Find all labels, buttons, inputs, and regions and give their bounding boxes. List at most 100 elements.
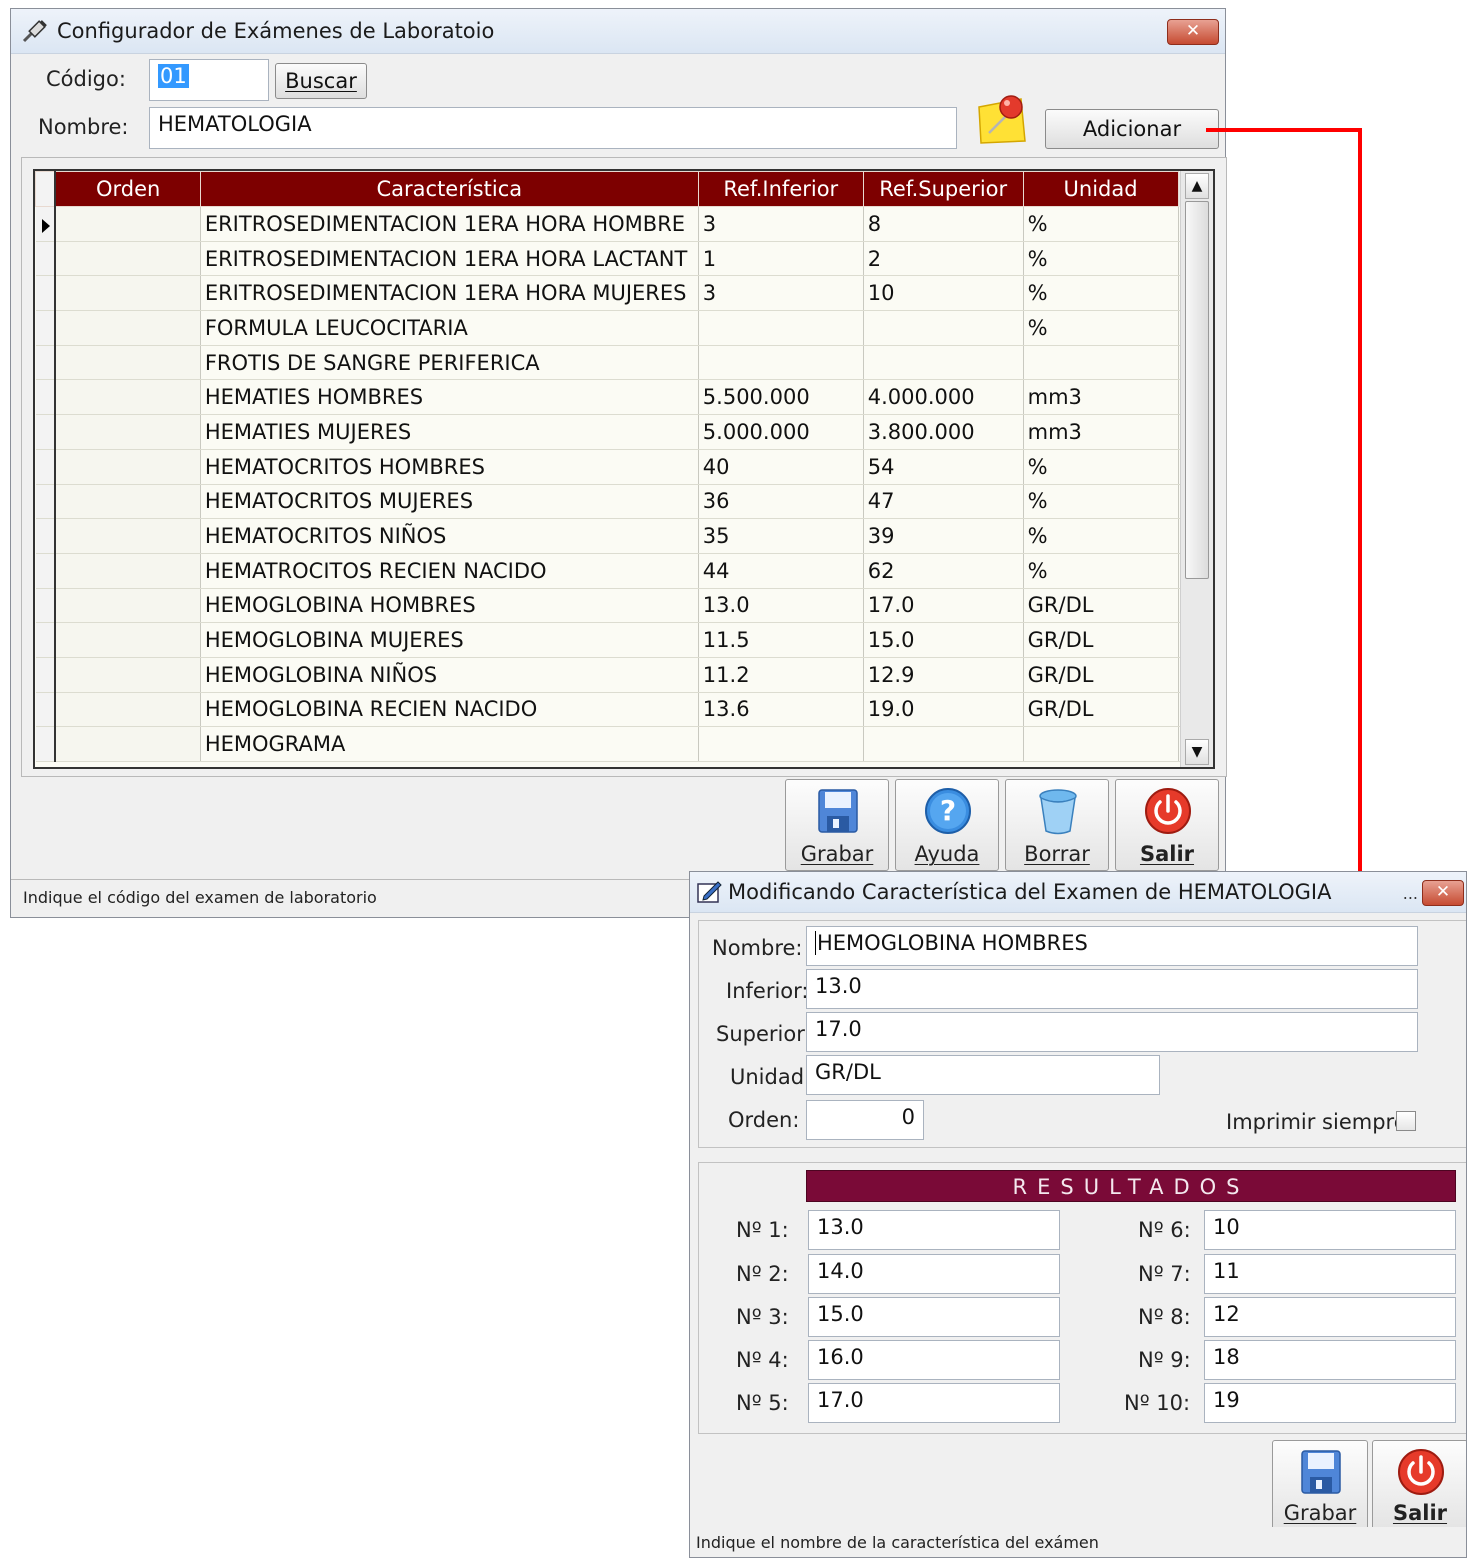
row-indicator[interactable] [35, 345, 57, 381]
column-header-caracteristica[interactable]: Característica [199, 171, 699, 207]
unidad-cell[interactable]: GR/DL [1023, 692, 1179, 728]
table-row[interactable]: HEMOGLOBINA HOMBRES 13.0 17.0 GR/DL [35, 588, 1213, 624]
unidad-cell[interactable]: % [1023, 484, 1179, 520]
table-row[interactable]: FORMULA LEUCOCITARIA% [35, 310, 1213, 346]
caracteristica-cell[interactable]: ERITROSEDIMENTACION 1ERA HORA HOMBRE [200, 206, 699, 242]
caracteristica-cell[interactable]: HEMOGRAMA [200, 726, 699, 762]
dialog-superior-input[interactable]: 17.0 [806, 1012, 1418, 1052]
row-indicator[interactable] [35, 379, 57, 416]
orden-cell[interactable] [55, 241, 201, 277]
unidad-cell[interactable]: GR/DL [1023, 657, 1179, 693]
close-button[interactable]: ✕ [1167, 19, 1219, 45]
ref-inferior-cell[interactable]: 13.0 [698, 588, 864, 624]
orden-cell[interactable] [55, 345, 201, 381]
column-header-unidad[interactable]: Unidad [1022, 171, 1179, 207]
ref-superior-cell[interactable]: 2 [863, 241, 1024, 277]
caracteristica-cell[interactable]: ERITROSEDIMENTACION 1ERA HORA MUJERES [200, 275, 699, 312]
salir-button[interactable]: Salir [1115, 779, 1219, 871]
unidad-cell[interactable]: % [1023, 206, 1179, 242]
caracteristica-cell[interactable]: FORMULA LEUCOCITARIA [200, 310, 699, 346]
orden-cell[interactable] [55, 449, 201, 485]
ref-inferior-cell[interactable]: 3 [698, 206, 864, 242]
table-row[interactable]: ERITROSEDIMENTACION 1ERA HORA HOMBRE 3 8% [35, 206, 1213, 242]
resultado-input-6[interactable]: 10 [1204, 1210, 1456, 1250]
table-row[interactable]: HEMATROCITOS RECIEN NACIDO 44 62% [35, 553, 1213, 589]
unidad-cell[interactable]: mm3 [1023, 414, 1179, 450]
row-indicator[interactable] [35, 657, 57, 693]
ref-inferior-cell[interactable]: 3 [698, 275, 864, 312]
dialog-unidad-input[interactable]: GR/DL [806, 1055, 1160, 1095]
ref-inferior-cell[interactable] [698, 310, 864, 346]
table-row[interactable]: HEMOGLOBINA NIÑOS 11.2 12.9 GR/DL [35, 657, 1213, 693]
column-header-ref-superior[interactable]: Ref.Superior [862, 171, 1024, 207]
dialog-inferior-input[interactable]: 13.0 [806, 969, 1418, 1009]
orden-cell[interactable] [55, 588, 201, 624]
caracteristica-cell[interactable]: HEMOGLOBINA NIÑOS [200, 657, 699, 693]
ref-superior-cell[interactable]: 15.0 [863, 622, 1024, 658]
unidad-cell[interactable]: % [1023, 553, 1179, 589]
table-row[interactable]: HEMATIES MUJERES 5.000.000 3.800.000 mm3 [35, 414, 1213, 450]
resultado-input-5[interactable]: 17.0 [808, 1383, 1060, 1423]
caracteristicas-grid[interactable]: Orden Característica Ref.Inferior Ref.Su… [33, 169, 1215, 769]
scroll-up-arrow-icon[interactable]: ▲ [1185, 173, 1209, 199]
caracteristica-cell[interactable]: HEMATIES MUJERES [200, 414, 699, 450]
borrar-button[interactable]: Borrar [1005, 779, 1109, 871]
grabar-button[interactable]: Grabar [785, 779, 889, 871]
ref-superior-cell[interactable]: 54 [863, 449, 1024, 485]
column-header-ref-inferior[interactable]: Ref.Inferior [697, 171, 864, 207]
ref-inferior-cell[interactable]: 11.5 [698, 622, 864, 658]
unidad-cell[interactable] [1023, 726, 1179, 762]
unidad-cell[interactable] [1023, 345, 1179, 381]
orden-cell[interactable] [55, 622, 201, 658]
row-indicator[interactable] [35, 518, 57, 554]
orden-cell[interactable] [55, 692, 201, 728]
ref-superior-cell[interactable]: 47 [863, 484, 1024, 520]
ref-superior-cell[interactable]: 17.0 [863, 588, 1024, 624]
dialog-grabar-button[interactable]: Grabar [1272, 1440, 1368, 1530]
row-indicator[interactable] [35, 622, 57, 658]
dialog-salir-button[interactable]: Salir [1372, 1440, 1466, 1530]
row-indicator[interactable] [35, 241, 57, 277]
ref-inferior-cell[interactable] [698, 345, 864, 381]
ref-inferior-cell[interactable]: 13.6 [698, 692, 864, 728]
ref-superior-cell[interactable] [863, 345, 1024, 381]
table-row[interactable]: HEMATOCRITOS MUJERES 36 47% [35, 484, 1213, 520]
unidad-cell[interactable]: % [1023, 518, 1179, 554]
ref-inferior-cell[interactable]: 1 [698, 241, 864, 277]
caracteristica-cell[interactable]: HEMATIES HOMBRES [200, 379, 699, 416]
ref-superior-cell[interactable]: 62 [863, 553, 1024, 589]
ref-inferior-cell[interactable]: 5.500.000 [698, 379, 864, 416]
table-row[interactable]: HEMOGLOBINA MUJERES 11.5 15.0 GR/DL [35, 622, 1213, 658]
ref-superior-cell[interactable]: 3.800.000 [863, 414, 1024, 450]
orden-cell[interactable] [55, 310, 201, 346]
ref-superior-cell[interactable]: 8 [863, 206, 1024, 242]
unidad-cell[interactable]: % [1023, 241, 1179, 277]
orden-cell[interactable] [55, 553, 201, 589]
ref-superior-cell[interactable]: 10 [863, 275, 1024, 312]
caracteristica-cell[interactable]: HEMATOCRITOS HOMBRES [200, 449, 699, 485]
ref-superior-cell[interactable]: 19.0 [863, 692, 1024, 728]
resultado-input-8[interactable]: 12 [1204, 1297, 1456, 1337]
ayuda-button[interactable]: ? Ayuda [895, 779, 999, 871]
resultado-input-10[interactable]: 19 [1204, 1383, 1456, 1423]
orden-cell[interactable] [55, 726, 201, 762]
row-indicator[interactable] [35, 692, 57, 728]
orden-cell[interactable] [55, 414, 201, 450]
vertical-scrollbar[interactable]: ▲ ▼ [1180, 171, 1213, 767]
ref-inferior-cell[interactable]: 5.000.000 [698, 414, 864, 450]
unidad-cell[interactable]: % [1023, 310, 1179, 346]
caracteristica-cell[interactable]: FROTIS DE SANGRE PERIFERICA [200, 345, 699, 381]
table-row[interactable]: FROTIS DE SANGRE PERIFERICA [35, 345, 1213, 381]
orden-cell[interactable] [55, 657, 201, 693]
ref-inferior-cell[interactable]: 35 [698, 518, 864, 554]
unidad-cell[interactable]: % [1023, 275, 1179, 312]
caracteristica-cell[interactable]: HEMATOCRITOS MUJERES [200, 484, 699, 520]
row-indicator[interactable] [35, 414, 57, 450]
imprimir-siempre-checkbox[interactable] [1396, 1111, 1416, 1131]
row-indicator[interactable] [35, 449, 57, 485]
unidad-cell[interactable]: GR/DL [1023, 588, 1179, 624]
ref-inferior-cell[interactable]: 40 [698, 449, 864, 485]
resultado-input-3[interactable]: 15.0 [808, 1297, 1060, 1337]
pushpin-note-icon[interactable] [975, 87, 1031, 145]
ref-superior-cell[interactable] [863, 726, 1024, 762]
